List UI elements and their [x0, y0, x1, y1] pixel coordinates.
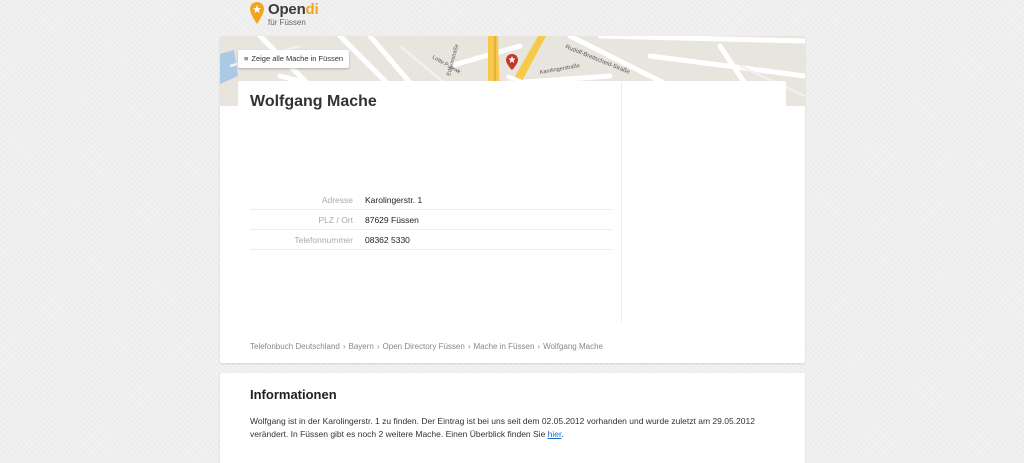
- breadcrumb-item[interactable]: Bayern: [349, 342, 374, 351]
- breadcrumb-separator: ›: [342, 342, 346, 351]
- info-card: Informationen Wolfgang ist in der Karoli…: [220, 373, 805, 463]
- breadcrumb-item[interactable]: Mache in Füssen: [473, 342, 534, 351]
- column-divider: [621, 82, 622, 322]
- detail-label: Telefonnummer: [294, 234, 353, 245]
- logo-subtitle: für Füssen: [268, 18, 306, 27]
- breadcrumb-item[interactable]: Telefonbuch Deutschland: [250, 342, 340, 351]
- info-text-end: .: [561, 429, 564, 439]
- map-pin-logo-icon: [250, 2, 264, 24]
- list-icon: ≡: [244, 54, 249, 63]
- detail-row-address: Adresse Karolingerstr. 1: [250, 190, 612, 210]
- detail-value: 08362 5330: [365, 234, 410, 245]
- logo-brand: Opendi: [268, 1, 319, 18]
- page-title: Wolfgang Mache: [250, 93, 377, 110]
- breadcrumb-separator: ›: [467, 342, 471, 351]
- show-all-mache-button[interactable]: ≡ Zeige alle Mache in Füssen: [238, 50, 350, 68]
- breadcrumb-separator: ›: [376, 342, 380, 351]
- breadcrumb-separator: ›: [537, 342, 541, 351]
- detail-value: 87629 Füssen: [365, 214, 419, 225]
- detail-value: Karolingerstr. 1: [365, 194, 423, 205]
- entry-card: Rudolf-Breitscheid-Straße Edisonstraße K…: [220, 36, 805, 363]
- info-text: Wolfgang ist in der Karolingerstr. 1 zu …: [250, 415, 780, 441]
- details-table: Adresse Karolingerstr. 1 PLZ / Ort 87629…: [250, 190, 612, 250]
- logo-brand-accent: di: [305, 1, 319, 18]
- detail-row-phone: Telefonnummer 08362 5330: [250, 230, 612, 250]
- detail-label: Adresse: [321, 194, 353, 205]
- show-all-mache-label: Zeige alle Mache in Füssen: [251, 54, 344, 63]
- info-text-body: Wolfgang ist in der Karolingerstr. 1 zu …: [250, 416, 755, 439]
- info-heading: Informationen: [250, 387, 337, 402]
- logo-brand-main: Open: [268, 1, 306, 18]
- breadcrumb-item[interactable]: Open Directory Füssen: [383, 342, 465, 351]
- breadcrumb-item-current: Wolfgang Mache: [543, 342, 603, 351]
- breadcrumb: Telefonbuch Deutschland › Bayern › Open Dire…: [250, 342, 603, 351]
- detail-label: PLZ / Ort: [318, 214, 353, 225]
- overview-link[interactable]: hier: [548, 429, 562, 439]
- detail-row-postal-city: PLZ / Ort 87629 Füssen: [250, 210, 612, 230]
- site-logo[interactable]: Opendi für Füssen: [250, 1, 370, 32]
- title-box: Wolfgang Mache: [238, 81, 786, 121]
